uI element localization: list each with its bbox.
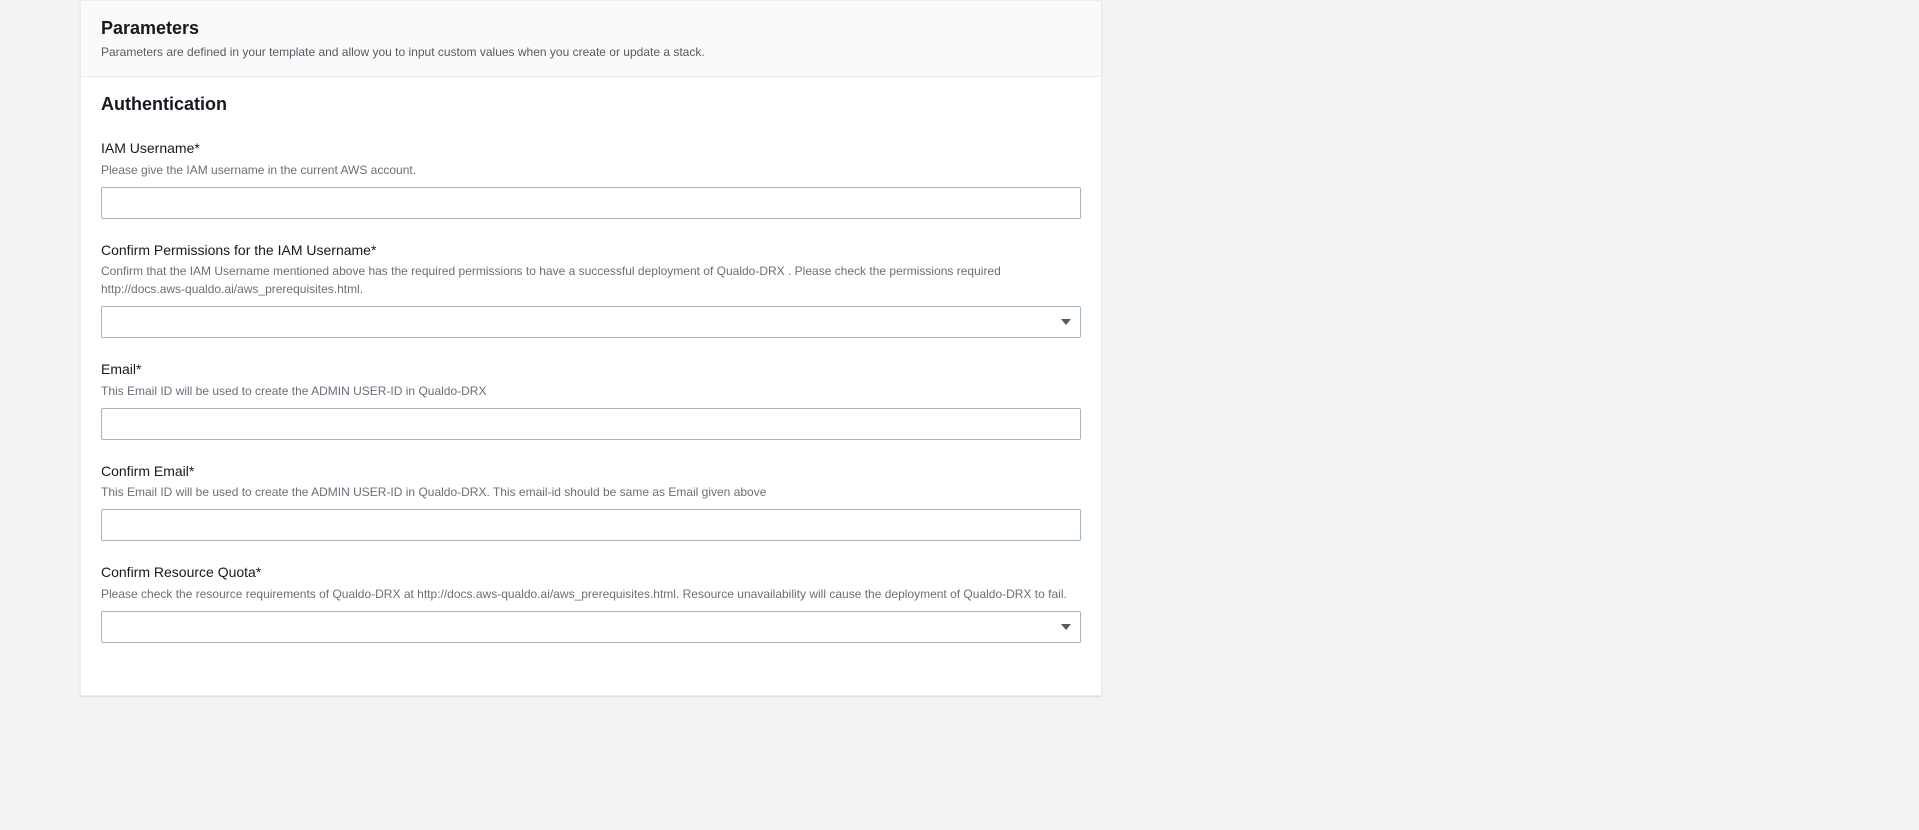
email-input[interactable]	[101, 408, 1081, 440]
iam-username-input[interactable]	[101, 187, 1081, 219]
iam-username-label: IAM Username*	[101, 139, 1081, 159]
confirm-permissions-help: Confirm that the IAM Username mentioned …	[101, 262, 1081, 298]
email-help: This Email ID will be used to create the…	[101, 382, 1081, 400]
confirm-permissions-label: Confirm Permissions for the IAM Username…	[101, 241, 1081, 261]
parameters-header: Parameters Parameters are defined in you…	[81, 1, 1101, 77]
field-confirm-email: Confirm Email* This Email ID will be use…	[101, 462, 1081, 542]
confirm-permissions-select[interactable]	[101, 306, 1081, 338]
confirm-resource-quota-select-wrapper	[101, 611, 1081, 643]
field-confirm-resource-quota: Confirm Resource Quota* Please check the…	[101, 563, 1081, 643]
confirm-email-label: Confirm Email*	[101, 462, 1081, 482]
confirm-permissions-select-wrapper	[101, 306, 1081, 338]
panel-title: Parameters	[101, 18, 1081, 39]
confirm-resource-quota-select[interactable]	[101, 611, 1081, 643]
field-confirm-permissions: Confirm Permissions for the IAM Username…	[101, 241, 1081, 339]
field-email: Email* This Email ID will be used to cre…	[101, 360, 1081, 440]
confirm-resource-quota-label: Confirm Resource Quota*	[101, 563, 1081, 583]
email-label: Email*	[101, 360, 1081, 380]
parameters-panel: Parameters Parameters are defined in you…	[80, 0, 1102, 696]
panel-description: Parameters are defined in your template …	[101, 45, 1081, 59]
field-iam-username: IAM Username* Please give the IAM userna…	[101, 139, 1081, 219]
confirm-email-input[interactable]	[101, 509, 1081, 541]
confirm-email-help: This Email ID will be used to create the…	[101, 483, 1081, 501]
confirm-resource-quota-help: Please check the resource requirements o…	[101, 585, 1081, 603]
iam-username-help: Please give the IAM username in the curr…	[101, 161, 1081, 179]
parameters-body: Authentication IAM Username* Please give…	[81, 77, 1101, 695]
section-title: Authentication	[101, 94, 1081, 115]
